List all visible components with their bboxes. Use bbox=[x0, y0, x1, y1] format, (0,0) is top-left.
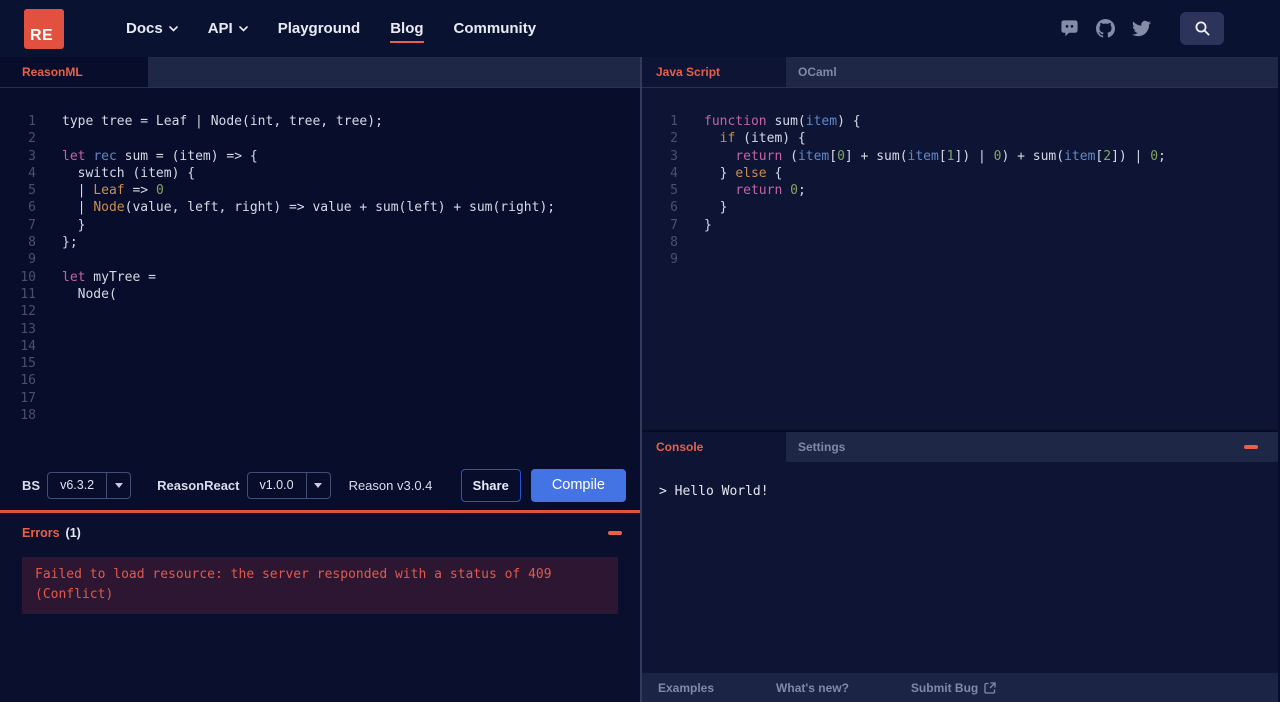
chevron-down-icon bbox=[238, 25, 248, 32]
chevron-down-icon bbox=[305, 472, 330, 498]
reasonreact-label: ReasonReact bbox=[157, 477, 240, 493]
nav-item-playground[interactable]: Playground bbox=[278, 14, 361, 43]
errors-count-badge: (1) bbox=[65, 526, 81, 540]
playground-footer: Examples What's new? Submit Bug bbox=[642, 673, 1278, 702]
top-nav: RE Docs API Playground Blog Community bbox=[0, 0, 1280, 57]
github-icon[interactable] bbox=[1096, 19, 1115, 38]
errors-header: Errors (1) bbox=[0, 513, 640, 553]
tab-javascript[interactable]: Java Script bbox=[642, 57, 786, 87]
tab-reasonml[interactable]: ReasonML bbox=[0, 57, 148, 87]
bs-version-value: v6.3.2 bbox=[60, 478, 95, 492]
reason-panel: ReasonML 1 2 3 4 5 6 7 8 9 10 11 12 13 14 15 16 17 18 typ… bbox=[0, 57, 640, 702]
reason-version-text: Reason v3.0.4 bbox=[348, 477, 433, 493]
compile-toolbar: BS v6.3.2 ReasonReact v1.0.0 Reason v3.0… bbox=[0, 460, 640, 510]
bs-version-select[interactable]: v6.3.2 bbox=[47, 471, 132, 499]
error-message: Failed to load resource: the server resp… bbox=[22, 557, 618, 614]
nav-item-api[interactable]: API bbox=[208, 14, 248, 43]
submit-bug-label: Submit Bug bbox=[910, 680, 979, 695]
nav-item-community[interactable]: Community bbox=[454, 14, 537, 43]
whats-new-link[interactable]: What's new? bbox=[776, 681, 849, 695]
playground-main: ReasonML 1 2 3 4 5 6 7 8 9 10 11 12 13 14 15 16 17 18 typ… bbox=[0, 57, 1280, 702]
external-link-icon bbox=[984, 681, 996, 694]
nav-item-label: Docs bbox=[126, 20, 163, 37]
errors-panel: Errors (1) Failed to load resource: the … bbox=[0, 510, 640, 702]
collapse-errors-icon[interactable] bbox=[608, 531, 622, 535]
chevron-down-icon bbox=[106, 472, 130, 498]
reasonreact-version-select[interactable]: v1.0.0 bbox=[246, 471, 331, 499]
search-icon bbox=[1195, 21, 1210, 36]
tab-settings[interactable]: Settings bbox=[786, 432, 845, 462]
submit-bug-link[interactable]: Submit Bug bbox=[911, 681, 996, 695]
line-numbers: 1 2 3 4 5 6 7 8 9 10 11 12 13 14 15 16 17 18 bbox=[20, 114, 36, 424]
search-button[interactable] bbox=[1180, 12, 1224, 45]
compile-button[interactable]: Compile bbox=[530, 468, 626, 502]
share-button[interactable]: Share bbox=[460, 468, 521, 502]
tab-ocaml[interactable]: OCaml bbox=[786, 57, 837, 87]
console-tabstrip: Console Settings bbox=[642, 430, 1278, 462]
chevron-down-icon bbox=[168, 25, 178, 32]
discord-icon[interactable] bbox=[1060, 19, 1079, 38]
output-tabstrip: Java Script OCaml bbox=[642, 57, 1278, 88]
collapse-console-icon[interactable] bbox=[1244, 445, 1258, 449]
reasonreact-version-value: v1.0.0 bbox=[259, 478, 294, 492]
twitter-icon[interactable] bbox=[1132, 19, 1151, 38]
reason-editor[interactable]: 1 2 3 4 5 6 7 8 9 10 11 12 13 14 15 16 17 18 type tree = … bbox=[0, 88, 640, 460]
tab-console[interactable]: Console bbox=[642, 432, 786, 462]
main-nav: Docs API Playground Blog Community bbox=[126, 14, 536, 43]
javascript-code: function sum(item) { if (item) { return … bbox=[704, 114, 1166, 233]
output-panel: Java Script OCaml 123456789 function sum… bbox=[640, 57, 1278, 702]
nav-item-blog[interactable]: Blog bbox=[390, 14, 424, 43]
reason-code: type tree = Leaf | Node(int, tree, tree)… bbox=[62, 114, 556, 302]
javascript-output-editor[interactable]: 123456789 function sum(item) { if (item)… bbox=[642, 88, 1278, 430]
nav-item-label: Community bbox=[453, 20, 537, 37]
nav-right bbox=[1060, 12, 1280, 45]
errors-title: Errors bbox=[22, 526, 60, 540]
nav-item-label: API bbox=[207, 20, 233, 37]
nav-item-label: Blog bbox=[390, 20, 424, 37]
reason-logo[interactable]: RE bbox=[24, 8, 64, 49]
nav-item-label: Playground bbox=[277, 20, 361, 37]
nav-item-docs[interactable]: Docs bbox=[126, 14, 178, 43]
bs-label: BS bbox=[22, 477, 41, 493]
reason-tabstrip: ReasonML bbox=[0, 57, 640, 88]
line-numbers: 123456789 bbox=[670, 114, 678, 268]
examples-link[interactable]: Examples bbox=[658, 681, 714, 695]
console-output: > Hello World! bbox=[642, 462, 1278, 673]
